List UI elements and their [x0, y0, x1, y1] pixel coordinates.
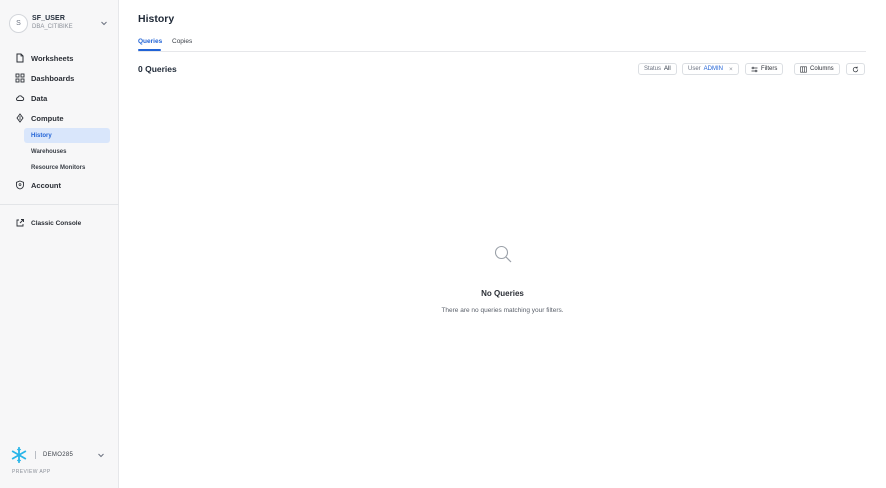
sidebar-item-dashboards[interactable]: Dashboards — [0, 68, 119, 88]
sidebar-item-label: Dashboards — [31, 73, 75, 83]
sidebar: S SF_USER DBA_CITIBIKE Worksheets Dashbo… — [0, 0, 119, 488]
sidebar-item-label: Account — [31, 180, 61, 190]
divider — [0, 204, 119, 205]
sidebar-item-label: Compute — [31, 113, 64, 123]
avatar: S — [9, 13, 28, 33]
sidebar-nav: Worksheets Dashboards Data Compute Histo… — [0, 48, 119, 233]
empty-state: No Queries There are no queries matching… — [119, 244, 886, 314]
sidebar-subitem-warehouses[interactable]: Warehouses — [24, 144, 110, 159]
user-name: SF_USER — [32, 15, 65, 22]
divider — [35, 451, 36, 459]
sidebar-subitem-resource-monitors[interactable]: Resource Monitors — [24, 160, 110, 175]
sidebar-item-classic-console[interactable]: Classic Console — [0, 213, 119, 233]
account-name: DEMO285 — [43, 452, 74, 458]
user-menu[interactable]: S SF_USER DBA_CITIBIKE — [9, 11, 111, 35]
sidebar-item-data[interactable]: Data — [0, 88, 119, 108]
sidebar-item-label: Worksheets — [31, 53, 74, 63]
columns-button[interactable]: Columns — [794, 63, 840, 75]
user-filter-chip[interactable]: User ADMIN × — [682, 63, 739, 75]
columns-button-label: Columns — [810, 66, 834, 72]
sidebar-item-compute[interactable]: Compute — [0, 108, 119, 128]
tab-queries[interactable]: Queries — [138, 38, 162, 45]
sidebar-item-worksheets[interactable]: Worksheets — [0, 48, 119, 68]
user-filter-value: ADMIN — [703, 66, 724, 72]
status-filter-label: Status — [644, 66, 662, 72]
active-tab-indicator — [138, 49, 161, 51]
main-content: History Queries Copies 0 Queries Status … — [119, 0, 886, 488]
refresh-button[interactable] — [846, 63, 865, 75]
tab-copies[interactable]: Copies — [172, 38, 192, 45]
tab-bar: Queries Copies — [138, 36, 866, 52]
search-icon — [494, 245, 511, 263]
preview-app-label: PREVIEW APP — [12, 469, 51, 475]
shield-icon — [16, 180, 24, 190]
sidebar-item-label: Data — [31, 93, 48, 103]
empty-state-title: No Queries — [481, 289, 524, 298]
query-count: 0 Queries — [138, 64, 177, 74]
account-switcher[interactable]: DEMO285 — [10, 445, 110, 465]
sidebar-item-label: Classic Console — [31, 219, 82, 227]
columns-icon — [800, 66, 807, 73]
status-filter-value: All — [664, 66, 671, 72]
snowflake-logo-icon — [11, 446, 27, 464]
status-filter-chip[interactable]: Status All — [638, 63, 677, 75]
cloud-icon — [16, 95, 25, 101]
document-icon — [16, 53, 24, 63]
grid-icon — [15, 73, 25, 83]
empty-state-message: There are no queries matching your filte… — [441, 307, 564, 314]
app-window: S SF_USER DBA_CITIBIKE Worksheets Dashbo… — [0, 0, 886, 488]
chevron-down-icon[interactable] — [99, 18, 109, 28]
close-icon[interactable]: × — [729, 66, 733, 73]
chevron-down-icon[interactable] — [96, 450, 106, 460]
sliders-icon — [751, 66, 758, 72]
compute-icon — [16, 113, 24, 123]
refresh-icon — [852, 66, 859, 72]
user-filter-label: User — [688, 66, 701, 72]
page-title: History — [138, 13, 175, 25]
filters-button-label: Filters — [761, 66, 778, 72]
filters-button[interactable]: Filters — [745, 63, 784, 75]
sidebar-item-account[interactable]: Account — [0, 175, 119, 195]
sidebar-subitem-history[interactable]: History — [24, 128, 110, 143]
user-role: DBA_CITIBIKE — [32, 24, 73, 30]
external-link-icon — [16, 219, 24, 227]
